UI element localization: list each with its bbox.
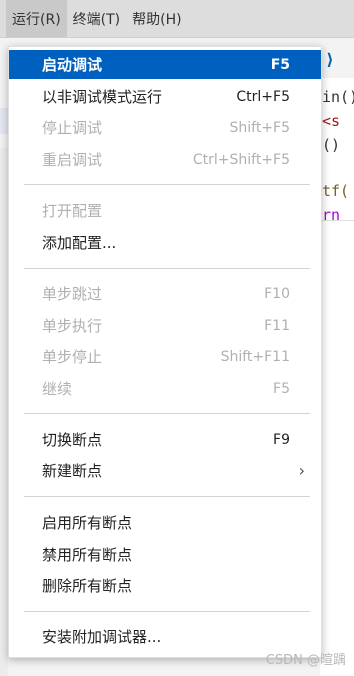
sidebar-panel <box>0 148 8 676</box>
menu-item-enable-all-breakpoints[interactable]: 启用所有断点 <box>9 508 321 537</box>
menu-item-new-breakpoint[interactable]: 新建断点 › <box>9 456 321 485</box>
chevron-right-icon: › <box>298 461 305 480</box>
menu-item-toggle-breakpoint[interactable]: 切换断点 F9 <box>9 425 321 454</box>
sidebar-highlight <box>0 108 8 134</box>
menubar-run[interactable]: 运行(R) <box>6 0 67 37</box>
menu-item-label: 单步停止 <box>42 348 103 366</box>
watermark: CSDN @暄踽 <box>265 653 346 668</box>
menu-item-add-configuration[interactable]: 添加配置... <box>9 228 321 257</box>
editor-tabs: ⟩ <box>320 38 354 78</box>
menu-separator <box>24 184 310 185</box>
menu-item-shortcut: Shift+F5 <box>229 119 290 136</box>
menu-bar: 运行(R) 终端(T) 帮助(H) <box>0 0 354 38</box>
menu-item-install-additional-debuggers[interactable]: 安装附加调试器... <box>9 622 321 651</box>
menu-item-label: 单步跳过 <box>42 285 103 303</box>
menu-item-label: 删除所有断点 <box>42 577 133 595</box>
menu-item-label: 安装附加调试器... <box>42 628 162 646</box>
menu-item-shortcut: Ctrl+Shift+F5 <box>192 151 290 168</box>
menu-item-run-without-debugging[interactable]: 以非调试模式运行 Ctrl+F5 <box>9 82 321 111</box>
menu-item-disable-all-breakpoints[interactable]: 禁用所有断点 <box>9 540 321 569</box>
code-line: rn <box>322 206 341 221</box>
menu-item-open-configurations: 打开配置 <box>9 196 321 225</box>
menu-item-label: 切换断点 <box>42 431 103 449</box>
code-line: <s <box>322 112 341 130</box>
menu-item-shortcut: F5 <box>270 56 290 73</box>
code-line: in() <box>322 88 354 106</box>
menu-item-label: 禁用所有断点 <box>42 546 133 564</box>
menu-item-label: 停止调试 <box>42 119 103 137</box>
menubar-terminal[interactable]: 终端(T) <box>67 0 126 37</box>
vscode-icon: ⟩ <box>325 50 335 69</box>
menu-item-remove-all-breakpoints[interactable]: 删除所有断点 <box>9 571 321 600</box>
menu-item-label: 继续 <box>42 380 73 398</box>
menu-item-step-out: 单步停止 Shift+F11 <box>9 342 321 371</box>
menu-item-label: 单步执行 <box>42 317 103 335</box>
menu-item-stop-debugging: 停止调试 Shift+F5 <box>9 113 321 142</box>
menu-item-shortcut: Shift+F11 <box>220 348 290 365</box>
menu-item-shortcut: F5 <box>273 380 290 397</box>
menu-item-shortcut: F11 <box>264 317 290 334</box>
sidebar <box>0 38 8 676</box>
menu-item-label: 打开配置 <box>42 202 103 220</box>
menu-item-step-into: 单步执行 F11 <box>9 311 321 340</box>
code-line: () <box>322 136 341 154</box>
menu-item-label: 添加配置... <box>42 234 117 252</box>
menu-separator <box>24 268 310 269</box>
menu-item-restart-debugging: 重启调试 Ctrl+Shift+F5 <box>9 145 321 174</box>
menu-item-continue: 继续 F5 <box>9 374 321 403</box>
editor-empty-area <box>320 221 354 676</box>
code-line: tf( <box>322 182 350 200</box>
run-menu: 启动调试 F5 以非调试模式运行 Ctrl+F5 停止调试 Shift+F5 重… <box>8 46 322 658</box>
menu-item-shortcut: F10 <box>264 285 290 302</box>
menu-item-label: 启用所有断点 <box>42 514 133 532</box>
menu-separator <box>24 496 310 497</box>
menu-item-label: 新建断点 <box>42 462 103 480</box>
menu-item-label: 重启调试 <box>42 151 103 169</box>
menu-item-step-over: 单步跳过 F10 <box>9 279 321 308</box>
menu-separator <box>24 413 310 414</box>
menu-separator <box>24 611 310 612</box>
menu-item-shortcut: Ctrl+F5 <box>236 88 290 105</box>
menu-item-label: 启动调试 <box>42 56 103 74</box>
editor-area[interactable]: ⟩ in() <s () tf( rn <box>320 38 354 221</box>
menubar-help[interactable]: 帮助(H) <box>126 0 187 37</box>
menu-item-label: 以非调试模式运行 <box>42 88 163 106</box>
menu-item-start-debugging[interactable]: 启动调试 F5 <box>9 50 321 79</box>
menu-item-shortcut: F9 <box>273 431 290 448</box>
